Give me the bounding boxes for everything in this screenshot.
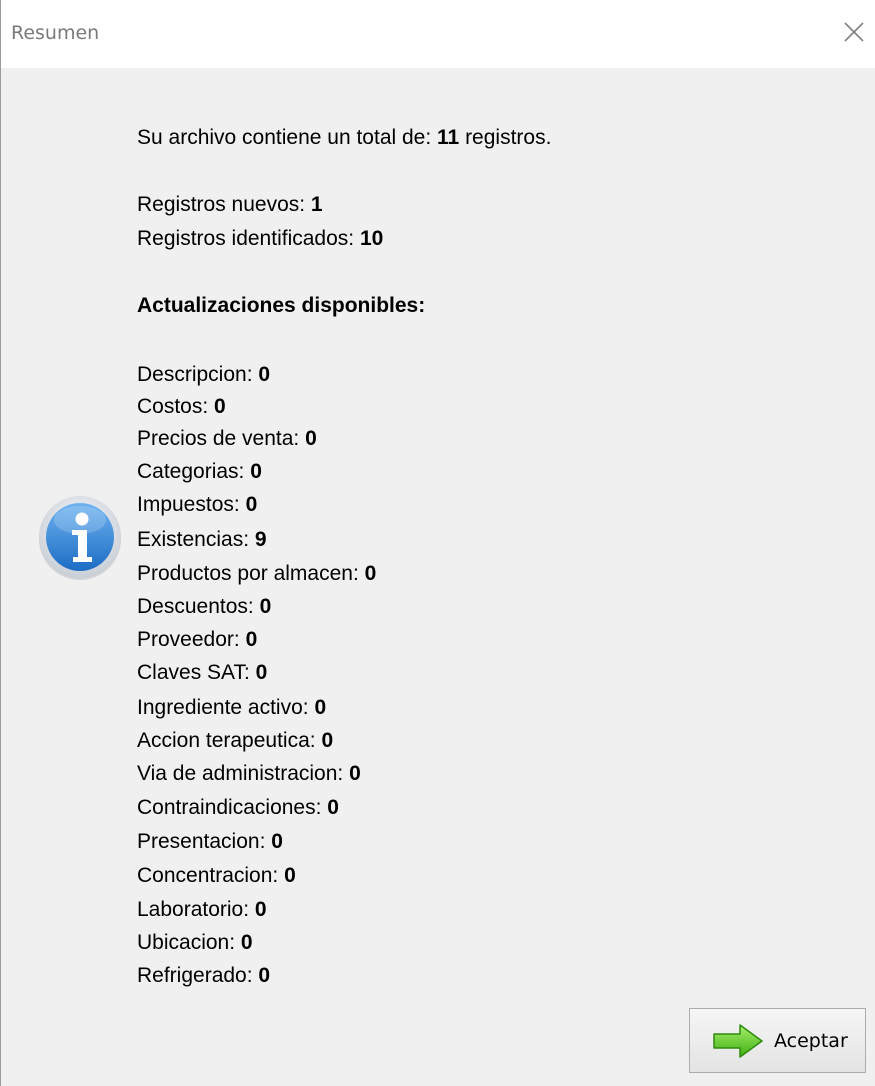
update-value: 0 <box>258 363 271 386</box>
title-bar: Resumen <box>1 0 875 68</box>
update-label: Claves SAT: <box>137 661 256 684</box>
new-records-value: 1 <box>310 193 323 216</box>
update-label: Ingrediente activo: <box>137 696 315 719</box>
update-item: Impuestos: 0 <box>137 491 257 519</box>
update-label: Ubicacion: <box>137 931 241 954</box>
update-label: Via de administracion: <box>137 762 350 785</box>
update-value: 0 <box>258 964 271 987</box>
update-item: Proveedor: 0 <box>137 626 257 654</box>
summary-dialog: Resumen Su archivo contiene un total de:… <box>0 0 875 1086</box>
update-label: Refrigerado: <box>137 964 259 987</box>
update-item: Accion terapeutica: 0 <box>137 727 333 755</box>
update-value: 9 <box>254 528 267 551</box>
update-label: Costos: <box>137 395 215 418</box>
new-records-line: Registros nuevos: 1 <box>137 191 323 219</box>
update-label: Impuestos: <box>137 493 246 516</box>
update-label: Productos por almacen: <box>137 562 365 585</box>
new-records-label: Registros nuevos: <box>137 193 311 216</box>
accept-button-label: Aceptar <box>774 1030 848 1052</box>
update-item: Concentracion: 0 <box>137 862 296 890</box>
update-label: Proveedor: <box>137 628 246 651</box>
update-value: 0 <box>314 696 327 719</box>
updates-heading: Actualizaciones disponibles: <box>137 292 425 320</box>
update-label: Categorias: <box>137 460 251 483</box>
identified-records-line: Registros identificados: 10 <box>137 225 383 253</box>
identified-records-value: 10 <box>359 227 384 250</box>
total-records-line: Su archivo contiene un total de: 11 regi… <box>137 124 551 152</box>
arrow-right-icon <box>713 1024 763 1058</box>
close-icon <box>844 22 864 42</box>
update-label: Contraindicaciones: <box>137 796 328 819</box>
update-label: Presentacion: <box>137 830 272 853</box>
update-value: 0 <box>255 661 268 684</box>
update-value: 0 <box>250 460 262 483</box>
update-item: Laboratorio: 0 <box>137 896 267 924</box>
window-title: Resumen <box>11 22 100 44</box>
update-label: Descripcion: <box>137 363 259 386</box>
total-records-label: Su archivo contiene un total de: <box>137 126 438 149</box>
update-label: Existencias: <box>137 528 255 551</box>
update-item: Productos por almacen: 0 <box>137 560 376 588</box>
update-label: Accion terapeutica: <box>137 729 322 752</box>
close-button[interactable] <box>840 18 868 46</box>
update-label: Concentracion: <box>137 864 285 887</box>
update-item: Claves SAT: 0 <box>137 659 267 687</box>
update-value: 0 <box>245 493 258 516</box>
update-item: Descripcion: 0 <box>137 361 270 389</box>
update-item: Descuentos: 0 <box>137 593 271 621</box>
updates-heading-text: Actualizaciones disponibles: <box>137 294 426 317</box>
update-item: Contraindicaciones: 0 <box>137 794 339 822</box>
update-label: Descuentos: <box>137 595 260 618</box>
update-item: Ubicacion: 0 <box>137 929 253 957</box>
update-value: 0 <box>245 628 258 651</box>
update-value: 0 <box>240 931 253 954</box>
update-value: 0 <box>327 796 339 819</box>
update-item: Existencias: 9 <box>137 526 267 554</box>
update-item: Via de administracion: 0 <box>137 760 361 788</box>
update-value: 0 <box>271 830 283 853</box>
update-value: 0 <box>254 898 267 921</box>
update-value: 0 <box>364 562 377 585</box>
identified-records-label: Registros identificados: <box>137 227 360 250</box>
update-value: 0 <box>214 395 226 418</box>
info-icon <box>37 494 123 580</box>
update-item: Costos: 0 <box>137 393 226 421</box>
update-item: Precios de venta: 0 <box>137 425 317 453</box>
accept-button[interactable]: Aceptar <box>689 1008 866 1073</box>
update-label: Precios de venta: <box>137 427 306 450</box>
update-item: Refrigerado: 0 <box>137 962 270 990</box>
update-item: Ingrediente activo: 0 <box>137 694 326 722</box>
update-item: Categorias: 0 <box>137 458 262 486</box>
total-records-value: 11 <box>437 126 460 149</box>
update-value: 0 <box>321 729 334 752</box>
update-label: Laboratorio: <box>137 898 255 921</box>
update-item: Presentacion: 0 <box>137 828 283 856</box>
total-records-suffix: registros. <box>459 126 552 149</box>
update-value: 0 <box>284 864 296 887</box>
update-value: 0 <box>349 762 361 785</box>
update-value: 0 <box>259 595 272 618</box>
update-value: 0 <box>305 427 317 450</box>
